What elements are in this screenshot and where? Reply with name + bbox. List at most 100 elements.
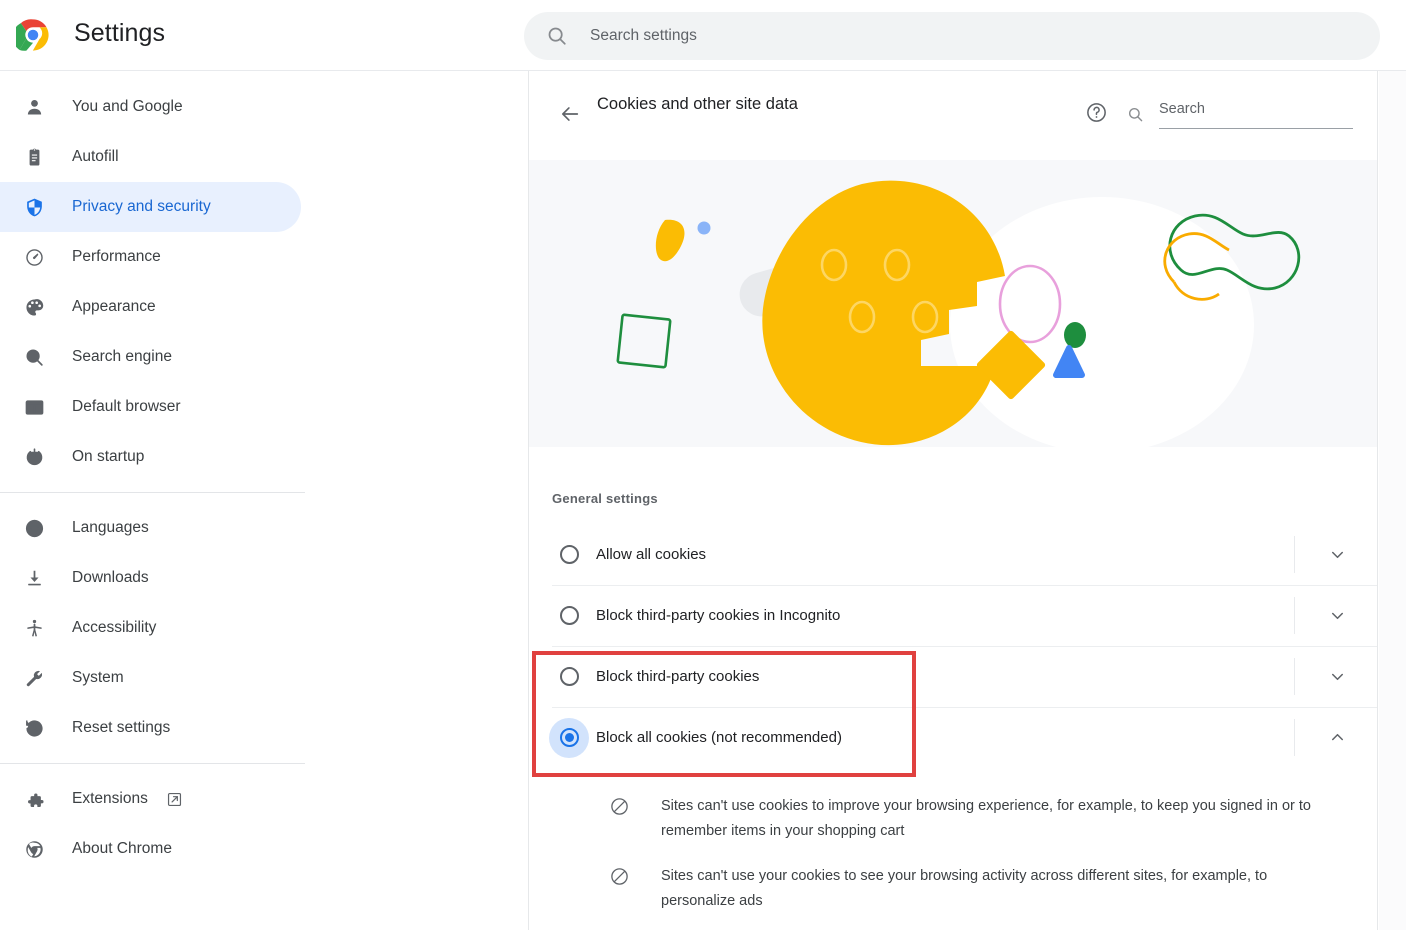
sidebar-label: Accessibility — [72, 619, 157, 636]
content-card: Cookies and other site data Search Gener… — [528, 71, 1378, 930]
expand-allow-all-cookies-button[interactable] — [1319, 537, 1355, 573]
sidebar-label: On startup — [72, 448, 145, 465]
browser-window-icon — [22, 395, 46, 419]
option-label: Block all cookies (not recommended) — [596, 729, 842, 746]
content-search-field[interactable]: Search — [1159, 99, 1353, 129]
shield-icon — [22, 195, 46, 219]
option-allow-all-cookies[interactable]: Allow all cookies — [529, 524, 1377, 585]
search-icon — [548, 27, 566, 45]
sidebar-item-reset-settings[interactable]: Reset settings — [0, 703, 301, 753]
person-icon — [22, 95, 46, 119]
detail-item: Sites can't use your cookies to see your… — [609, 854, 1377, 924]
sidebar-item-extensions[interactable]: Extensions — [0, 774, 301, 824]
content-search-input[interactable]: Search — [1127, 93, 1353, 135]
general-settings-section: General settings Allow all cookies Block… — [529, 447, 1377, 924]
sidebar-item-downloads[interactable]: Downloads — [0, 553, 301, 603]
top-bar: Settings Search settings — [0, 0, 1406, 71]
chevron-down-icon — [1331, 551, 1343, 559]
chevron-down-icon — [1331, 673, 1343, 681]
section-heading: General settings — [552, 491, 658, 506]
page-right-gutter — [1379, 71, 1406, 930]
sidebar-item-search-engine[interactable]: Search engine — [0, 332, 301, 382]
radio-block-third-party-cookies[interactable] — [549, 657, 589, 697]
radio-block-all-cookies[interactable] — [549, 717, 589, 758]
sidebar-item-system[interactable]: System — [0, 653, 301, 703]
sidebar-label: Search engine — [72, 348, 172, 365]
option-block-third-party-incognito[interactable]: Block third-party cookies in Incognito — [529, 585, 1377, 646]
option-divider — [1294, 597, 1295, 634]
block-icon — [609, 796, 633, 820]
sidebar-label: You and Google — [72, 98, 183, 115]
settings-sidebar: You and Google Autofill Privacy and secu… — [0, 71, 528, 930]
help-button[interactable] — [1077, 93, 1115, 131]
chevron-down-icon — [1331, 612, 1343, 620]
sidebar-label: Downloads — [72, 569, 149, 586]
sidebar-label: Languages — [72, 519, 149, 536]
sidebar-label: Autofill — [72, 148, 119, 165]
app-title: Settings — [74, 19, 166, 47]
option-label: Allow all cookies — [596, 546, 707, 563]
power-icon — [22, 445, 46, 469]
content-header: Cookies and other site data Search — [529, 71, 1377, 160]
sidebar-item-accessibility[interactable]: Accessibility — [0, 603, 301, 653]
speedometer-icon — [22, 245, 46, 269]
arrow-left-icon — [562, 107, 579, 121]
globe-icon — [22, 516, 46, 540]
option-block-all-cookies[interactable]: Block all cookies (not recommended) — [529, 707, 1377, 768]
sidebar-label: Appearance — [72, 298, 156, 315]
page-title: Cookies and other site data — [597, 95, 798, 113]
palette-icon — [22, 295, 46, 319]
chrome-logo-icon — [12, 18, 50, 52]
search-icon — [22, 345, 46, 369]
help-circle-icon — [1086, 102, 1106, 122]
sidebar-label: Reset settings — [72, 719, 171, 736]
download-icon — [22, 566, 46, 590]
detail-text: Sites can't use your cookies to see your… — [661, 868, 1268, 909]
sidebar-label: Default browser — [72, 398, 181, 415]
back-button[interactable] — [549, 93, 591, 135]
puzzle-icon — [22, 787, 46, 811]
sidebar-divider — [0, 492, 305, 493]
sidebar-item-appearance[interactable]: Appearance — [0, 282, 301, 332]
sidebar-item-on-startup[interactable]: On startup — [0, 432, 301, 482]
sidebar-label: Extensions — [72, 790, 148, 807]
sidebar-item-autofill[interactable]: Autofill — [0, 132, 301, 182]
sidebar-item-you-and-google[interactable]: You and Google — [0, 82, 301, 132]
radio-block-third-party-incognito[interactable] — [549, 596, 589, 636]
expand-block-third-party-cookies-button[interactable] — [1319, 659, 1355, 695]
cookie-illustration — [529, 160, 1377, 447]
sidebar-item-about-chrome[interactable]: About Chrome — [0, 824, 301, 874]
chevron-up-icon — [1331, 733, 1343, 741]
collapse-block-all-cookies-button[interactable] — [1319, 720, 1355, 756]
option-block-third-party-cookies[interactable]: Block third-party cookies — [529, 646, 1377, 707]
sidebar-divider — [0, 763, 305, 764]
option-divider — [1294, 658, 1295, 695]
history-icon — [22, 716, 46, 740]
expand-block-third-party-incognito-button[interactable] — [1319, 598, 1355, 634]
block-icon — [609, 866, 633, 890]
cookie-options-list: Allow all cookies Block third-party cook… — [529, 524, 1377, 768]
external-link-icon[interactable] — [166, 791, 183, 808]
sidebar-item-performance[interactable]: Performance — [0, 232, 301, 282]
sidebar-label: System — [72, 669, 124, 686]
radio-allow-all-cookies[interactable] — [549, 535, 589, 575]
content-search-placeholder: Search — [1159, 101, 1205, 117]
sidebar-item-languages[interactable]: Languages — [0, 503, 301, 553]
block-all-cookies-details: Sites can't use cookies to improve your … — [529, 768, 1377, 924]
detail-text: Sites can't use cookies to improve your … — [661, 798, 1311, 839]
accessibility-icon — [22, 616, 46, 640]
option-label: Block third-party cookies in Incognito — [596, 607, 841, 624]
sidebar-item-privacy-and-security[interactable]: Privacy and security — [0, 182, 301, 232]
detail-item: Sites can't use cookies to improve your … — [609, 784, 1377, 854]
sidebar-label: Privacy and security — [72, 198, 211, 215]
option-label: Block third-party cookies — [596, 668, 760, 685]
search-settings-input[interactable]: Search settings — [524, 12, 1380, 60]
cookie-illustration-graphic — [616, 180, 1301, 447]
option-divider — [1294, 719, 1295, 756]
sidebar-label: Performance — [72, 248, 161, 265]
chrome-outline-icon — [22, 837, 46, 861]
search-settings-placeholder: Search settings — [590, 27, 697, 44]
wrench-icon — [22, 666, 46, 690]
search-icon — [1128, 107, 1143, 121]
sidebar-item-default-browser[interactable]: Default browser — [0, 382, 301, 432]
